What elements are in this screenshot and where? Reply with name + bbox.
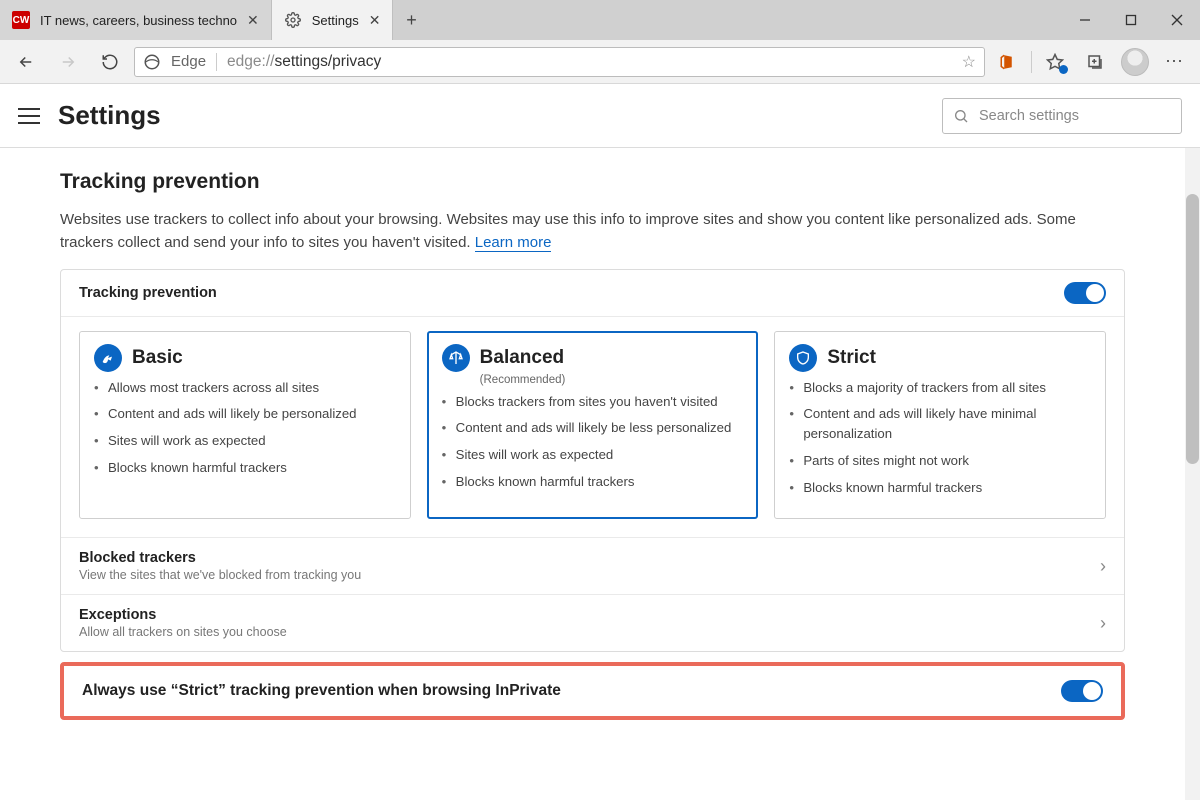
office-icon[interactable] bbox=[991, 44, 1025, 80]
option-strict-bullets: Blocks a majority of trackers from all s… bbox=[789, 378, 1091, 498]
tab-settings-label: Settings bbox=[312, 13, 359, 28]
hamburger-icon[interactable] bbox=[18, 108, 40, 124]
learn-more-link[interactable]: Learn more bbox=[475, 234, 552, 252]
tab-other-label: IT news, careers, business techno bbox=[40, 13, 237, 28]
balanced-icon bbox=[442, 344, 470, 372]
settings-header: Settings bbox=[0, 84, 1200, 148]
option-balanced-subtitle: (Recommended) bbox=[480, 374, 744, 386]
strict-icon bbox=[789, 344, 817, 372]
page-title: Settings bbox=[58, 100, 924, 131]
search-settings-field[interactable] bbox=[942, 98, 1182, 134]
scrollbar-track[interactable] bbox=[1185, 148, 1200, 800]
separator bbox=[1031, 51, 1032, 73]
inprivate-strict-toggle[interactable] bbox=[1061, 680, 1103, 702]
chevron-right-icon: › bbox=[1100, 613, 1106, 634]
window-titlebar: CW IT news, careers, business techno ✕ S… bbox=[0, 0, 1200, 40]
back-button[interactable] bbox=[8, 44, 44, 80]
refresh-button[interactable] bbox=[92, 44, 128, 80]
option-balanced[interactable]: Balanced (Recommended) Blocks trackers f… bbox=[427, 331, 759, 520]
option-strict-title: Strict bbox=[827, 347, 876, 369]
row-blocked-desc: View the sites that we've blocked from t… bbox=[79, 568, 1100, 582]
close-icon[interactable]: ✕ bbox=[247, 12, 259, 29]
maximize-button[interactable] bbox=[1108, 0, 1154, 40]
option-basic-bullets: Allows most trackers across all sites Co… bbox=[94, 378, 396, 478]
addressbar-app-label: Edge bbox=[171, 53, 206, 70]
collections-icon[interactable] bbox=[1078, 44, 1112, 80]
section-title: Tracking prevention bbox=[60, 170, 1125, 194]
row-blocked-trackers[interactable]: Blocked trackers View the sites that we'… bbox=[61, 537, 1124, 594]
row-exceptions-title: Exceptions bbox=[79, 607, 1100, 623]
row-inprivate-strict[interactable]: Always use “Strict” tracking prevention … bbox=[60, 662, 1125, 720]
new-tab-button[interactable]: + bbox=[393, 0, 429, 40]
option-balanced-bullets: Blocks trackers from sites you haven't v… bbox=[442, 392, 744, 492]
section-description: Websites use trackers to collect info ab… bbox=[60, 208, 1125, 255]
notification-dot-icon bbox=[1059, 65, 1068, 74]
chevron-right-icon: › bbox=[1100, 556, 1106, 577]
option-basic-title: Basic bbox=[132, 347, 183, 369]
menu-button[interactable]: ⋯ bbox=[1158, 44, 1192, 80]
row-inprivate-label: Always use “Strict” tracking prevention … bbox=[82, 682, 1061, 700]
tab-other[interactable]: CW IT news, careers, business techno ✕ bbox=[0, 0, 272, 40]
row-exceptions-desc: Allow all trackers on sites you choose bbox=[79, 625, 1100, 639]
edge-logo-icon bbox=[143, 53, 161, 71]
close-icon[interactable]: ✕ bbox=[369, 12, 381, 29]
url-text[interactable]: edge://settings/privacy bbox=[227, 53, 952, 71]
row-blocked-title: Blocked trackers bbox=[79, 550, 1100, 566]
tracking-prevention-toggle[interactable] bbox=[1064, 282, 1106, 304]
address-bar[interactable]: Edge edge://settings/privacy ☆ bbox=[134, 47, 985, 77]
scrollbar-thumb[interactable] bbox=[1186, 194, 1199, 464]
basic-icon bbox=[94, 344, 122, 372]
tab-settings[interactable]: Settings ✕ bbox=[272, 0, 394, 40]
forward-button[interactable] bbox=[50, 44, 86, 80]
option-balanced-title: Balanced bbox=[480, 347, 564, 369]
favorite-star-icon[interactable]: ☆ bbox=[962, 52, 976, 72]
profile-avatar[interactable] bbox=[1118, 44, 1152, 80]
option-basic[interactable]: Basic Allows most trackers across all si… bbox=[79, 331, 411, 520]
browser-toolbar: Edge edge://settings/privacy ☆ ⋯ bbox=[0, 40, 1200, 84]
favicon-cw: CW bbox=[12, 11, 30, 29]
favorites-icon[interactable] bbox=[1038, 44, 1072, 80]
tracking-prevention-card: Tracking prevention Basic Allows mo bbox=[60, 269, 1125, 653]
card-title: Tracking prevention bbox=[79, 285, 1064, 301]
row-exceptions[interactable]: Exceptions Allow all trackers on sites y… bbox=[61, 594, 1124, 651]
search-settings-input[interactable] bbox=[979, 108, 1171, 124]
search-icon bbox=[953, 108, 969, 124]
minimize-button[interactable] bbox=[1062, 0, 1108, 40]
option-strict[interactable]: Strict Blocks a majority of trackers fro… bbox=[774, 331, 1106, 520]
close-window-button[interactable] bbox=[1154, 0, 1200, 40]
gear-icon bbox=[284, 11, 302, 29]
separator bbox=[216, 53, 217, 71]
